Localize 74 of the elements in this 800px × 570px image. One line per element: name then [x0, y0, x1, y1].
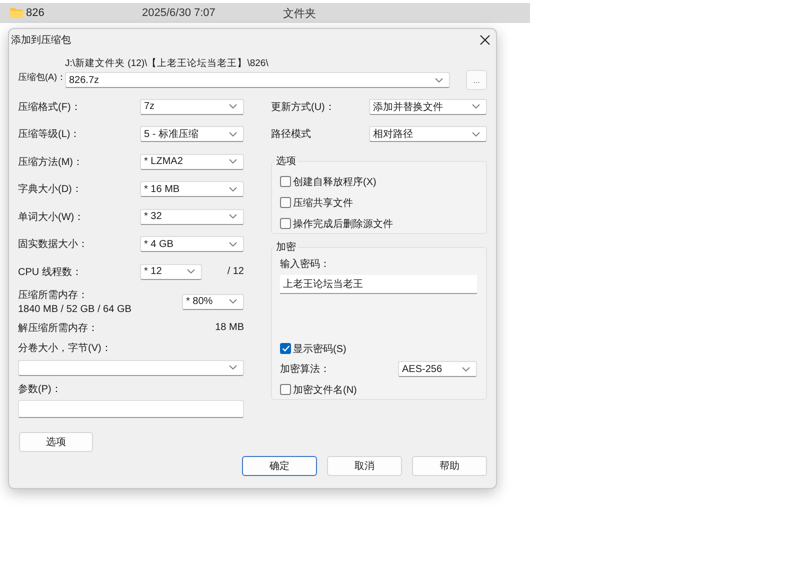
- memory-value: 18 MB: [215, 322, 244, 333]
- folder-icon: [10, 8, 23, 18]
- close-button[interactable]: [479, 34, 491, 46]
- checkbox[interactable]: [280, 384, 291, 395]
- field-label: 分卷大小，字节(V)：: [18, 342, 112, 356]
- field-label: 固实数据大小：: [18, 238, 88, 252]
- window-title: 添加到压缩包: [11, 34, 71, 46]
- field-label: 参数(P)：: [18, 382, 62, 396]
- dialog-button[interactable]: 取消: [327, 456, 402, 476]
- checkbox-label[interactable]: 压缩共享文件: [293, 196, 353, 210]
- dropdown[interactable]: * 16 MB: [140, 181, 244, 198]
- field-label: 压缩所需内存：: [18, 288, 89, 302]
- memory-usage: 1840 MB / 52 GB / 64 GB: [18, 304, 132, 315]
- options-button[interactable]: 选项: [19, 432, 93, 452]
- browse-button[interactable]: ...: [466, 70, 487, 90]
- checkmark-icon: [282, 345, 290, 352]
- dropdown[interactable]: 相对路径: [369, 126, 487, 142]
- dropdown[interactable]: * 4 GB: [140, 236, 244, 252]
- dropdown[interactable]: * 80%: [182, 294, 244, 310]
- checkbox[interactable]: [280, 176, 291, 187]
- field-label: 字典大小(D)：: [18, 182, 82, 196]
- chevron-icon: [229, 214, 237, 220]
- checkbox[interactable]: [280, 197, 291, 208]
- close-icon: [480, 34, 490, 44]
- chevron-icon: [187, 269, 195, 274]
- checkbox[interactable]: [280, 343, 291, 354]
- field-label: 单词大小(W)：: [18, 210, 84, 224]
- chevron-icon: [472, 132, 480, 137]
- field-label: 压缩格式(F)：: [18, 100, 81, 114]
- field-label: 压缩包(A)：: [18, 71, 65, 84]
- dropdown[interactable]: AES-256: [398, 361, 477, 377]
- file-name: 826: [26, 7, 46, 19]
- input-field[interactable]: [18, 400, 244, 418]
- group-title: 选项: [275, 154, 297, 168]
- chevron-icon: [462, 366, 470, 372]
- checkbox-label[interactable]: 加密文件名(N): [293, 382, 357, 396]
- field-label: 压缩等级(L)：: [18, 128, 80, 142]
- file-type: 文件夹: [283, 6, 316, 20]
- chevron-icon: [229, 242, 237, 247]
- dropdown[interactable]: 826.7z: [65, 72, 450, 88]
- field-label: CPU 线程数：: [18, 266, 82, 279]
- chevron-icon: [229, 299, 237, 304]
- chevron-icon: [229, 186, 237, 192]
- thread-count: / 12: [227, 266, 244, 278]
- dropdown[interactable]: * 32: [140, 208, 244, 225]
- archive-path: J:\新建文件夹 (12)\【上老王论坛当老王】\826\: [65, 58, 270, 70]
- group-title: 加密: [275, 240, 297, 254]
- checkbox[interactable]: [280, 218, 291, 229]
- chevron-icon: [229, 365, 237, 370]
- dropdown[interactable]: [18, 360, 244, 376]
- checkbox-label[interactable]: 创建自释放程序(X): [293, 174, 376, 188]
- field-label: 输入密码：: [280, 258, 331, 272]
- chevron-icon: [229, 159, 237, 164]
- field-label: 加密算法：: [280, 362, 330, 376]
- dialog-button[interactable]: 帮助: [412, 456, 487, 476]
- file-row[interactable]: 826 2025/6/30 7:07 文件夹: [0, 3, 530, 23]
- dropdown[interactable]: 5 - 标准压缩: [140, 126, 244, 142]
- field-label: 更新方式(U)：: [271, 100, 335, 114]
- field-label: 压缩方法(M)：: [18, 156, 83, 169]
- chevron-icon: [229, 104, 237, 110]
- dropdown[interactable]: * LZMA2: [140, 154, 244, 170]
- chevron-icon: [229, 132, 237, 137]
- chevron-icon: [435, 78, 443, 82]
- chevron-icon: [472, 104, 480, 110]
- field-label: 解压缩所需内存：: [18, 322, 98, 334]
- password-field[interactable]: 上老王论坛当老王: [280, 275, 477, 294]
- file-date: 2025/6/30 7:07: [142, 7, 216, 19]
- checkbox-label[interactable]: 显示密码(S): [293, 342, 346, 356]
- field-label: 路径模式: [271, 128, 311, 142]
- dropdown[interactable]: 7z: [140, 98, 244, 115]
- checkbox-label[interactable]: 操作完成后删除源文件: [293, 216, 393, 230]
- dropdown[interactable]: 添加并替换文件: [369, 98, 487, 115]
- dialog-button[interactable]: 确定: [242, 456, 317, 476]
- dropdown[interactable]: * 12: [140, 264, 202, 280]
